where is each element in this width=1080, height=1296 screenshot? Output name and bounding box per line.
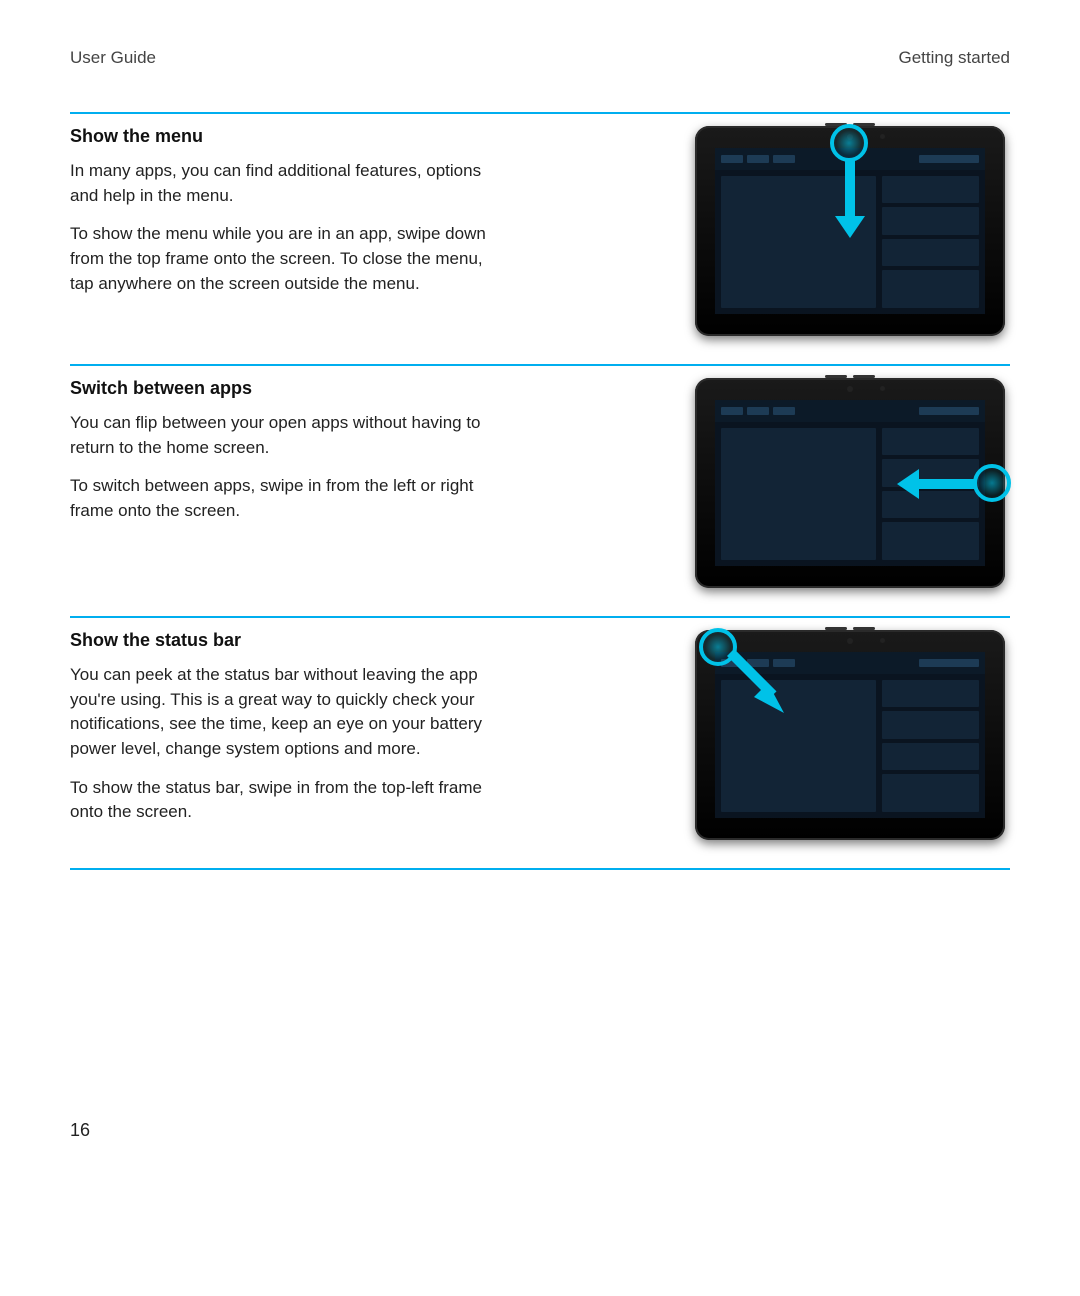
page-number: 16 (70, 1120, 90, 1141)
section-title: Show the menu (70, 126, 500, 147)
section-paragraph: In many apps, you can find additional fe… (70, 159, 500, 208)
section-show-menu: Show the menu In many apps, you can find… (70, 112, 1010, 364)
section-title: Show the status bar (70, 630, 500, 651)
header-right: Getting started (898, 48, 1010, 68)
header-left: User Guide (70, 48, 156, 68)
section-paragraph: To show the menu while you are in an app… (70, 222, 500, 296)
section-paragraph: You can peek at the status bar without l… (70, 663, 500, 762)
illustration-status-bar (690, 630, 1010, 840)
section-status-bar: Show the status bar You can peek at the … (70, 616, 1010, 870)
illustration-switch-apps (690, 378, 1010, 588)
section-paragraph: You can flip between your open apps with… (70, 411, 500, 460)
section-paragraph: To show the status bar, swipe in from th… (70, 776, 500, 825)
section-switch-apps: Switch between apps You can flip between… (70, 364, 1010, 616)
section-paragraph: To switch between apps, swipe in from th… (70, 474, 500, 523)
page-header: User Guide Getting started (70, 48, 1010, 68)
illustration-show-menu (690, 126, 1010, 336)
section-title: Switch between apps (70, 378, 500, 399)
